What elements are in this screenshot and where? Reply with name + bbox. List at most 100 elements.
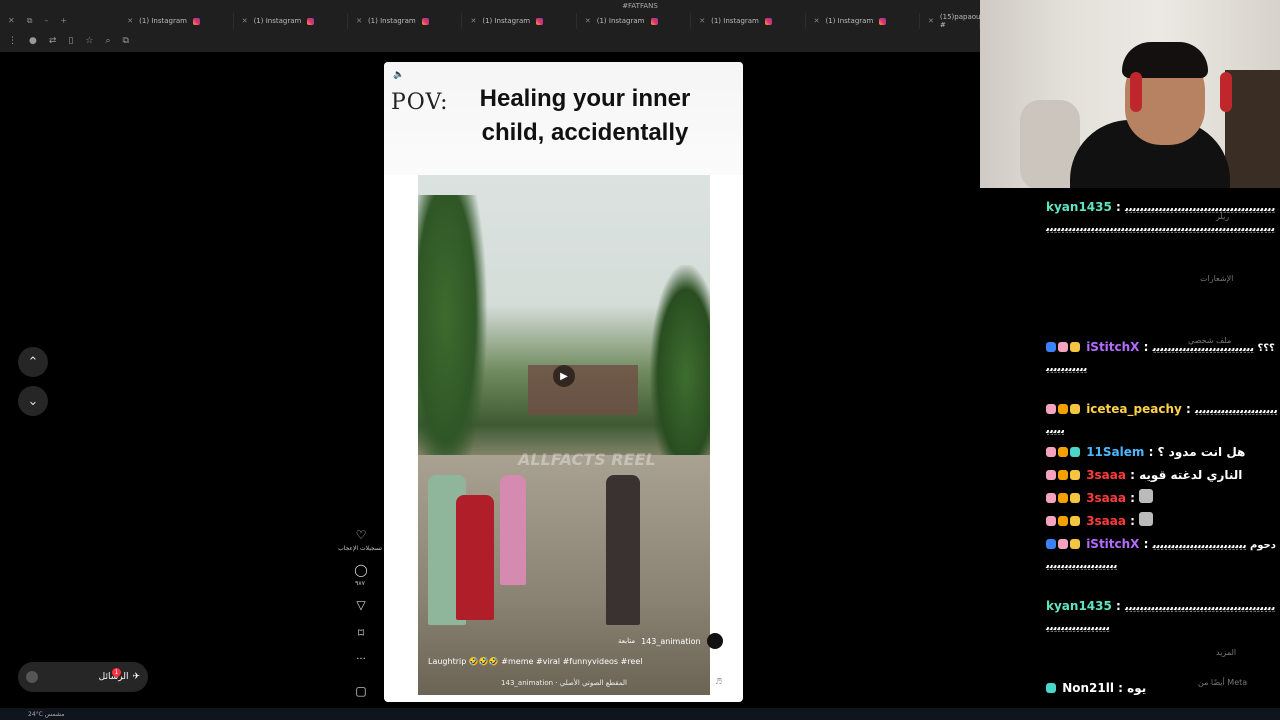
badge-icon xyxy=(1046,342,1056,352)
follow-button[interactable]: متابعة xyxy=(618,637,635,645)
square-icon: ▢ xyxy=(355,684,367,698)
chat-message: 3saaa : الناري لدغته قويه xyxy=(1046,466,1278,485)
tab-label: (1) Instagram xyxy=(711,17,759,25)
more-button[interactable]: ··· xyxy=(352,654,370,665)
child-figure xyxy=(456,495,494,620)
tab-label: (1) Instagram xyxy=(482,17,531,25)
close-tab-icon[interactable]: ✕ xyxy=(242,17,248,25)
close-tab-icon[interactable]: ✕ xyxy=(699,17,705,25)
avatar[interactable] xyxy=(706,633,723,649)
menu-icon[interactable]: ⋮ xyxy=(8,36,17,46)
chat-username: kyan1435 xyxy=(1046,599,1112,613)
profile-icon[interactable]: ● xyxy=(29,36,37,46)
like-button[interactable]: ♡ xyxy=(352,528,370,542)
badge-icon xyxy=(1058,539,1068,549)
previous-reel-button[interactable]: ⌃ xyxy=(18,347,48,377)
share-button[interactable]: ▽ xyxy=(352,598,370,612)
reel-header: 🔈 POV: Healing your inner child, acciden… xyxy=(384,62,743,175)
chat-message: 3saaa : xyxy=(1046,512,1278,531)
browser-tab[interactable]: ✕ (1) Instagram xyxy=(577,13,692,29)
new-tab-icon[interactable]: + xyxy=(60,16,67,26)
author-row: متابعة 143_animation xyxy=(618,633,723,649)
chat-username: iStitchX xyxy=(1086,537,1140,551)
close-icon[interactable]: ✕ xyxy=(8,16,15,26)
chat-message: icetea_peachy : ﯾﯾﯾﯾﯾﯾﯾﯾﯾﯾﯾﯾﯾﯾﯾﯾﯾﯾﯾﯾﯾﯾﯾﯾ… xyxy=(1046,402,1278,436)
close-tab-icon[interactable]: ✕ xyxy=(928,17,934,25)
play-button[interactable]: ▶ xyxy=(553,365,575,387)
emote-icon xyxy=(1139,489,1154,503)
play-icon: ▶ xyxy=(560,370,568,382)
emote-icon xyxy=(1139,512,1154,526)
chat-text: هل انت مدود ؟ xyxy=(1157,445,1246,459)
browser-tab[interactable]: ✕ (1) Instagram xyxy=(234,13,349,29)
chat-text: ؟؟؟ ﯾﯾﯾﯾﯾﯾﯾﯾﯾﯾﯾﯾﯾﯾﯾﯾﯾﯾﯾﯾﯾﯾﯾﯾﯾﯾﯾﯾﯾﯾﯾﯾﯾﯾﯾﯾ… xyxy=(1046,343,1275,374)
chat-username: kyan1435 xyxy=(1046,200,1112,214)
chat-username: Non21ll xyxy=(1062,681,1114,695)
install-icon[interactable]: ⧉ xyxy=(122,36,128,46)
restore-icon[interactable]: ⧉ xyxy=(27,16,33,26)
close-tab-icon[interactable]: ✕ xyxy=(470,17,476,25)
browser-tab[interactable]: ✕ (1) Instagram xyxy=(348,13,463,29)
audio-thumb[interactable]: ▢ xyxy=(352,684,370,698)
chat-username: icetea_peachy xyxy=(1086,402,1182,416)
badge-icon xyxy=(1070,447,1080,457)
crown-icon xyxy=(1070,539,1080,549)
likes-label: تسجيلات الإعجاب xyxy=(338,545,382,552)
badge-icon xyxy=(1046,516,1056,526)
tab-controls: ✕ ⧉ – + xyxy=(0,16,119,26)
watermark: ALLFACTS REEL xyxy=(518,450,656,469)
reel-video[interactable]: ALLFACTS REEL ▶ متابعة 143_animation Lau… xyxy=(418,175,723,695)
speaker-icon[interactable]: 🔈 xyxy=(393,70,404,80)
weather-widget[interactable]: 24°C مشمس xyxy=(28,711,64,718)
send-icon: ✈ xyxy=(132,672,140,682)
toolbar: ⋮ ● ⇄ ▯ ☆ ⌕ ⧉ xyxy=(0,32,980,50)
chat-message: 11Salem : هل انت مدود ؟ xyxy=(1046,443,1278,462)
child-figure xyxy=(500,475,526,585)
instagram-icon xyxy=(536,17,544,25)
reel-card[interactable]: 🔈 POV: Healing your inner child, acciden… xyxy=(384,62,743,702)
chevron-up-icon: ⌃ xyxy=(27,354,39,370)
bookmark-star-icon[interactable]: ☆ xyxy=(85,36,93,46)
crown-icon xyxy=(1070,342,1080,352)
next-reel-button[interactable]: ⌄ xyxy=(18,386,48,416)
browser-tab[interactable]: ✕ (1) Instagram xyxy=(462,13,577,29)
chat-message: 3saaa : xyxy=(1046,489,1278,508)
badge-icon xyxy=(1046,493,1056,503)
extensions-icon[interactable]: ⇄ xyxy=(49,36,57,46)
minimize-icon[interactable]: – xyxy=(44,16,48,26)
badge-icon xyxy=(1058,447,1068,457)
close-tab-icon[interactable]: ✕ xyxy=(814,17,820,25)
send-icon: ▽ xyxy=(356,598,366,612)
browser-tab[interactable]: ✕ (1) Instagram xyxy=(691,13,806,29)
browser-tab[interactable]: ✕ (1) Instagram xyxy=(119,13,234,29)
comment-button[interactable]: ◯ xyxy=(352,563,370,577)
heart-icon: ♡ xyxy=(355,528,367,542)
chat-message: iStitchX : دحوم ﯾﯾﯾﯾﯾﯾﯾﯾﯾﯾﯾﯾﯾﯾﯾﯾﯾﯾﯾﯾﯾﯾﯾﯾ… xyxy=(1046,537,1276,571)
chat-text: يوه xyxy=(1127,681,1147,695)
badge-icon xyxy=(1058,470,1068,480)
pov-label: POV: xyxy=(391,90,449,115)
music-icon[interactable]: ♬ xyxy=(715,677,722,686)
close-tab-icon[interactable]: ✕ xyxy=(127,17,133,25)
sidebar-icon[interactable]: ▯ xyxy=(68,36,73,46)
chat-message: Non21ll : يوه xyxy=(1046,679,1278,698)
crown-icon xyxy=(1070,404,1080,414)
browser-tab[interactable]: ✕ (1) Instagram xyxy=(806,13,921,29)
browser-chrome: #FATFANS ✕ ⧉ – + ✕ (1) Instagram ✕ (1) Ins… xyxy=(0,0,993,52)
audio-label[interactable]: 143_animation · المقطع الصوتي الأصلي xyxy=(418,679,710,687)
reel-headline: Healing your inner child, accidentally xyxy=(479,85,691,146)
messages-button[interactable]: الرسائل ✈ xyxy=(18,662,148,692)
badge-icon xyxy=(1046,470,1056,480)
browser-tab[interactable]: ✕ (15)papaoutai?# xyxy=(920,13,993,29)
chat-username: iStitchX xyxy=(1086,340,1140,354)
badge-icon xyxy=(1058,342,1068,352)
close-tab-icon[interactable]: ✕ xyxy=(585,17,591,25)
author-name[interactable]: 143_animation xyxy=(641,637,700,646)
headphone-right xyxy=(1220,72,1232,112)
comments-count: ٩٨٧ xyxy=(355,580,365,587)
zoom-icon[interactable]: ⌕ xyxy=(105,36,110,46)
scene-house xyxy=(528,365,638,415)
save-button[interactable]: ⌑ xyxy=(352,626,370,640)
close-tab-icon[interactable]: ✕ xyxy=(356,17,362,25)
chat-message: kyan1435 : ﯾﯾﯾﯾﯾﯾﯾﯾﯾﯾﯾﯾﯾﯾﯾﯾﯾﯾﯾﯾﯾﯾﯾﯾﯾﯾﯾﯾﯾ… xyxy=(1046,599,1276,633)
